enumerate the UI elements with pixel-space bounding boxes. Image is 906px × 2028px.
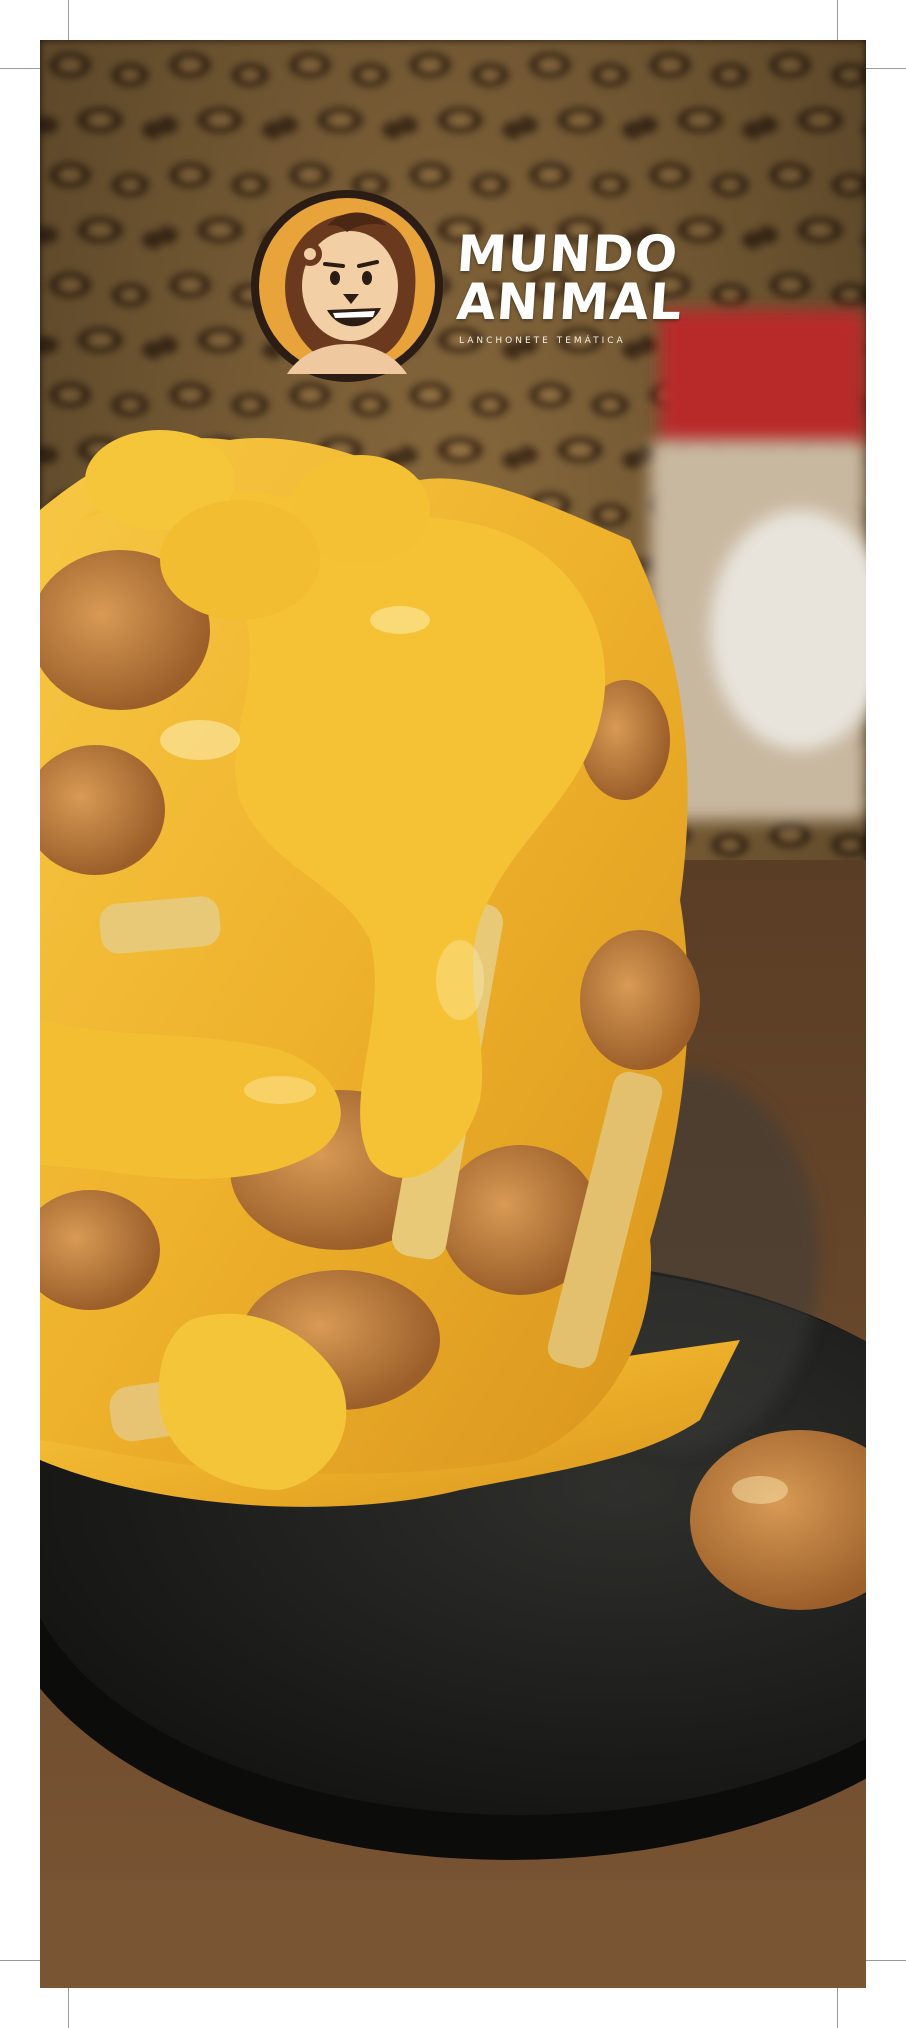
lion-mascot-icon [251, 190, 443, 382]
brand-tagline: LANCHONETE TEMÁTICA [459, 336, 626, 346]
brand-wordmark: MUNDO ANIMAL LANCHONETE TEMÁTICA [454, 225, 687, 346]
brand-name-line1: MUNDO [454, 225, 681, 283]
brand-name-line2: ANIMAL [454, 273, 685, 331]
food-photo: MUNDO ANIMAL LANCHONETE TEMÁTICA [40, 40, 866, 1988]
brand-logo: MUNDO ANIMAL LANCHONETE TEMÁTICA [247, 186, 707, 426]
